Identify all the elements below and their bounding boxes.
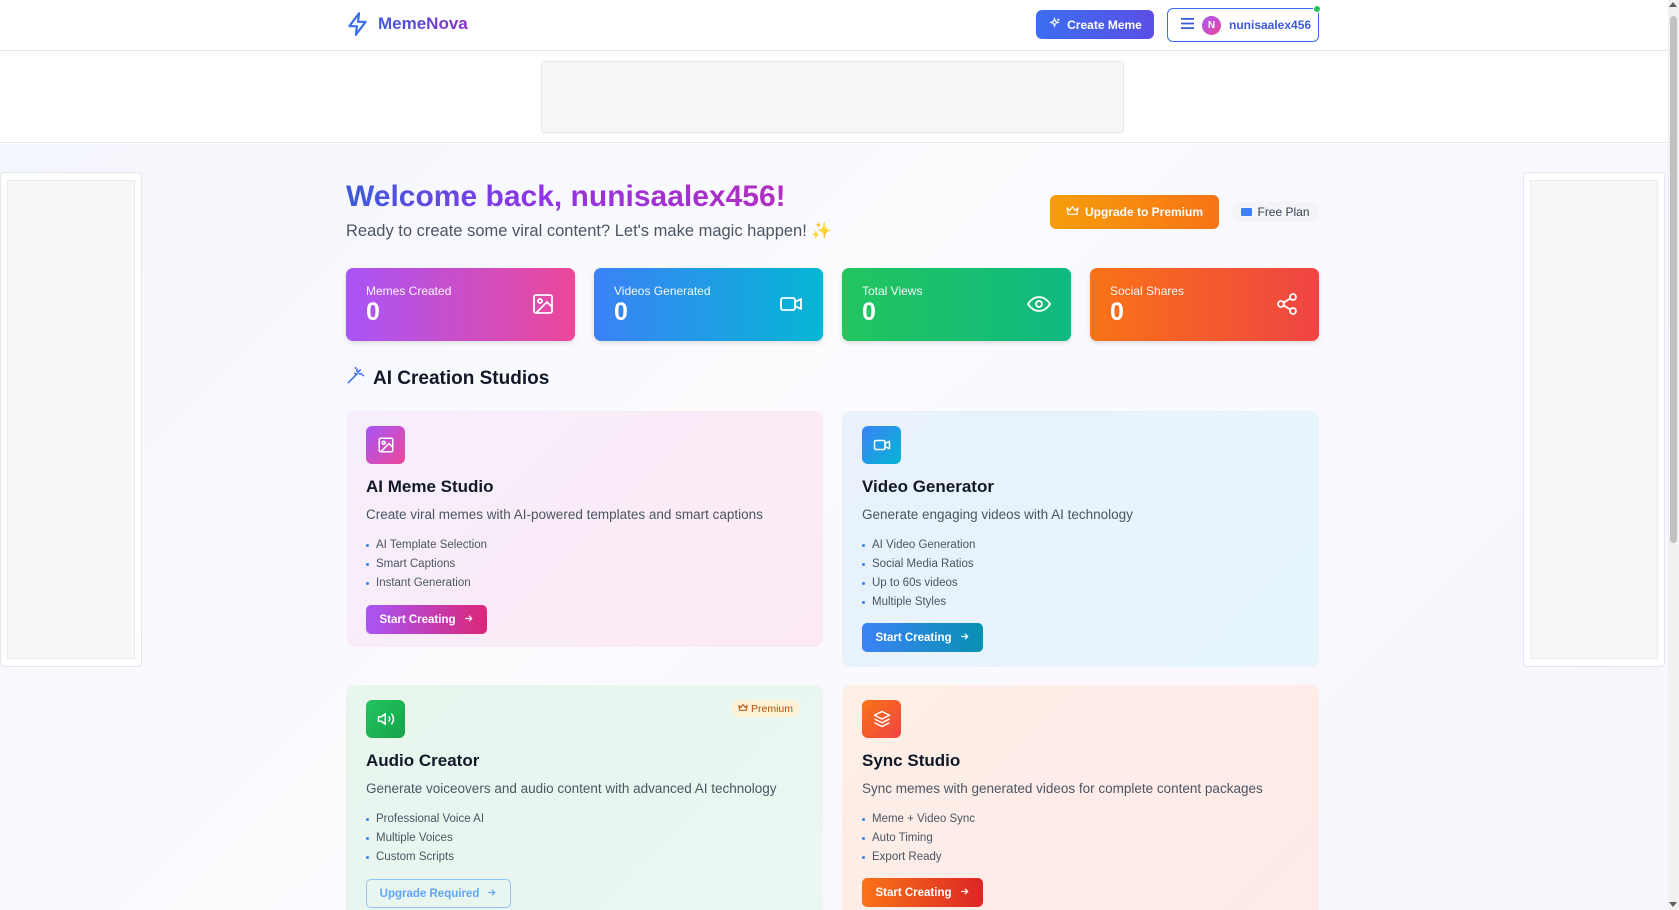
username: nunisaalex456 bbox=[1229, 18, 1312, 32]
stat-card-views: Total Views 0 bbox=[842, 268, 1071, 341]
feature-item: Export Ready bbox=[862, 848, 975, 867]
section-title-text: AI Creation Studios bbox=[373, 367, 550, 389]
main-background bbox=[0, 144, 1668, 910]
feature-item: Smart Captions bbox=[366, 555, 487, 574]
start-creating-button[interactable]: Start Creating bbox=[366, 605, 487, 634]
speaker-icon bbox=[366, 700, 405, 738]
magic-wand-icon bbox=[346, 366, 365, 391]
logo-text: MemeNova bbox=[378, 14, 468, 33]
premium-label: Premium bbox=[750, 702, 793, 715]
studio-description: Generate voiceovers and audio content wi… bbox=[366, 781, 777, 796]
stat-card-memes: Memes Created 0 bbox=[346, 268, 575, 341]
studio-title: Video Generator bbox=[862, 477, 994, 496]
arrow-right-icon bbox=[486, 887, 497, 901]
stat-label: Videos Generated bbox=[614, 284, 711, 298]
feature-list: AI Video Generation Social Media Ratios … bbox=[862, 536, 975, 612]
user-menu-button[interactable]: N nunisaalex456 bbox=[1167, 8, 1319, 42]
button-label: Start Creating bbox=[875, 886, 952, 899]
top-ad-slot bbox=[541, 61, 1124, 133]
studio-card-video: Video Generator Generate engaging videos… bbox=[842, 411, 1319, 667]
stat-value: 0 bbox=[862, 298, 876, 326]
premium-badge: Premium bbox=[730, 700, 800, 717]
scroll-down-arrow-icon[interactable] bbox=[1669, 902, 1677, 907]
button-label: Start Creating bbox=[875, 631, 952, 644]
feature-item: Instant Generation bbox=[366, 574, 487, 593]
stat-card-shares: Social Shares 0 bbox=[1090, 268, 1319, 341]
arrow-right-icon bbox=[463, 613, 474, 627]
stat-label: Social Shares bbox=[1110, 284, 1185, 298]
scroll-up-arrow-icon[interactable] bbox=[1669, 2, 1677, 7]
feature-list: Professional Voice AI Multiple Voices Cu… bbox=[366, 810, 484, 867]
create-meme-label: Create Meme bbox=[1067, 17, 1142, 32]
feature-item: Multiple Styles bbox=[862, 593, 975, 612]
feature-list: AI Template Selection Smart Captions Ins… bbox=[366, 536, 487, 593]
arrow-right-icon bbox=[959, 631, 970, 645]
upgrade-label: Upgrade to Premium bbox=[1084, 205, 1204, 219]
welcome-subtitle: Ready to create some viral content? Let'… bbox=[346, 222, 832, 240]
top-header: MemeNova Create Meme N nunisaalex456 bbox=[0, 0, 1668, 51]
plan-label: Free Plan bbox=[1257, 205, 1310, 219]
start-creating-button[interactable]: Start Creating bbox=[862, 878, 983, 907]
credit-card-icon bbox=[1241, 208, 1253, 216]
sparkles-icon bbox=[1048, 16, 1061, 33]
studio-title: Sync Studio bbox=[862, 751, 961, 770]
crown-icon bbox=[738, 703, 748, 715]
feature-item: Professional Voice AI bbox=[366, 810, 484, 829]
studio-description: Sync memes with generated videos for com… bbox=[862, 781, 1263, 796]
feature-list: Meme + Video Sync Auto Timing Export Rea… bbox=[862, 810, 975, 867]
logo[interactable]: MemeNova bbox=[344, 10, 468, 38]
right-ad-slot bbox=[1523, 172, 1665, 667]
image-icon bbox=[531, 292, 555, 316]
stat-value: 0 bbox=[614, 298, 628, 326]
studio-card-sync: Sync Studio Sync memes with generated vi… bbox=[842, 685, 1319, 910]
stat-label: Memes Created bbox=[366, 284, 452, 298]
feature-item: Auto Timing bbox=[862, 829, 975, 848]
studio-title: AI Meme Studio bbox=[366, 477, 494, 496]
crown-icon bbox=[1066, 205, 1079, 219]
create-meme-button[interactable]: Create Meme bbox=[1036, 10, 1154, 39]
online-status-dot bbox=[1313, 5, 1321, 13]
feature-item: AI Template Selection bbox=[366, 536, 487, 555]
image-icon bbox=[366, 426, 405, 464]
studio-card-meme: AI Meme Studio Create viral memes with A… bbox=[346, 411, 823, 647]
stat-label: Total Views bbox=[862, 284, 923, 298]
button-label: Upgrade Required bbox=[379, 887, 480, 900]
feature-item: Social Media Ratios bbox=[862, 555, 975, 574]
left-ad-slot bbox=[0, 172, 142, 667]
studio-card-audio: Premium Audio Creator Generate voiceover… bbox=[346, 685, 823, 910]
plan-badge: Free Plan bbox=[1232, 201, 1319, 223]
button-label: Start Creating bbox=[379, 613, 456, 626]
stat-value: 0 bbox=[1110, 298, 1124, 326]
studio-description: Create viral memes with AI-powered templ… bbox=[366, 507, 763, 522]
feature-item: Multiple Voices bbox=[366, 829, 484, 848]
share-icon bbox=[1275, 292, 1299, 316]
scrollbar-thumb[interactable] bbox=[1670, 16, 1677, 543]
ad-banner-area bbox=[0, 51, 1668, 143]
upgrade-required-button[interactable]: Upgrade Required bbox=[366, 879, 511, 908]
feature-item: Meme + Video Sync bbox=[862, 810, 975, 829]
layers-icon bbox=[862, 700, 901, 738]
stat-card-videos: Videos Generated 0 bbox=[594, 268, 823, 341]
studio-description: Generate engaging videos with AI technol… bbox=[862, 507, 1133, 522]
upgrade-premium-button[interactable]: Upgrade to Premium bbox=[1050, 195, 1219, 229]
start-creating-button[interactable]: Start Creating bbox=[862, 623, 983, 652]
video-icon bbox=[779, 292, 803, 316]
section-title: AI Creation Studios bbox=[346, 366, 549, 391]
studio-title: Audio Creator bbox=[366, 751, 480, 770]
feature-item: AI Video Generation bbox=[862, 536, 975, 555]
lightning-icon bbox=[344, 10, 372, 38]
arrow-right-icon bbox=[959, 886, 970, 900]
feature-item: Custom Scripts bbox=[366, 848, 484, 867]
menu-icon bbox=[1181, 18, 1194, 32]
welcome-heading: Welcome back, nunisaalex456! bbox=[346, 180, 786, 213]
stat-value: 0 bbox=[366, 298, 380, 326]
feature-item: Up to 60s videos bbox=[862, 574, 975, 593]
video-icon bbox=[862, 426, 901, 464]
eye-icon bbox=[1026, 292, 1052, 316]
avatar: N bbox=[1202, 15, 1221, 35]
